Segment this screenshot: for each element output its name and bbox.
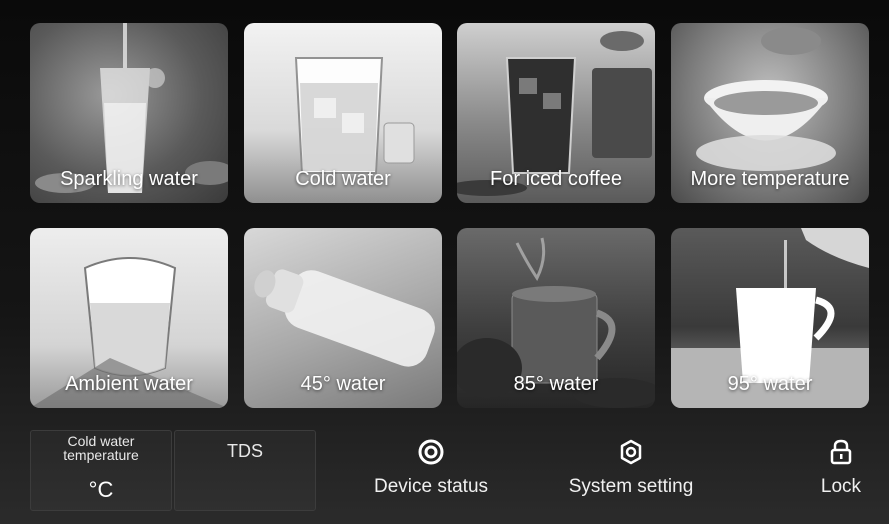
target-icon bbox=[418, 439, 444, 465]
gear-icon bbox=[620, 439, 642, 465]
tile-label: 95° water bbox=[727, 373, 813, 395]
device-status-label: Device status bbox=[373, 476, 489, 497]
cold-water-temperature-title: Cold water temperature bbox=[63, 433, 139, 463]
tile-label: Sparkling water bbox=[60, 168, 198, 190]
system-setting-button[interactable]: System setting bbox=[560, 438, 702, 498]
system-setting-label: System setting bbox=[568, 476, 694, 497]
tile-sparkling-water[interactable]: Sparkling water bbox=[30, 23, 228, 203]
tile-95-water[interactable]: 95° water bbox=[671, 228, 869, 408]
tile-cold-water[interactable]: Cold water bbox=[244, 23, 442, 203]
tds-title: TDS bbox=[227, 441, 263, 461]
tile-45-water[interactable]: 45° water bbox=[244, 228, 442, 408]
device-status-button[interactable]: Device status bbox=[366, 438, 496, 498]
tile-iced-coffee[interactable]: For iced coffee bbox=[457, 23, 655, 203]
lock-label: Lock bbox=[820, 476, 862, 497]
tile-label: For iced coffee bbox=[490, 168, 622, 190]
tile-label: Cold water bbox=[295, 168, 391, 190]
tile-label: 85° water bbox=[513, 373, 599, 395]
tile-label: 45° water bbox=[300, 373, 386, 395]
cold-water-temperature-value: °C bbox=[88, 477, 114, 502]
tds-panel: TDS bbox=[174, 430, 316, 511]
tile-label: Ambient water bbox=[65, 373, 193, 395]
tile-ambient-water[interactable]: Ambient water bbox=[30, 228, 228, 408]
tile-more-temperature[interactable]: More temperature bbox=[671, 23, 869, 203]
tile-label: More temperature bbox=[690, 168, 850, 190]
tile-85-water[interactable]: 85° water bbox=[457, 228, 655, 408]
cold-water-temperature-panel: Cold water temperature °C bbox=[30, 430, 172, 511]
lock-icon bbox=[830, 439, 852, 465]
dispenser-screen: Sparkling water Cold water For iced coff… bbox=[0, 0, 889, 524]
lock-button[interactable]: Lock bbox=[811, 438, 871, 498]
